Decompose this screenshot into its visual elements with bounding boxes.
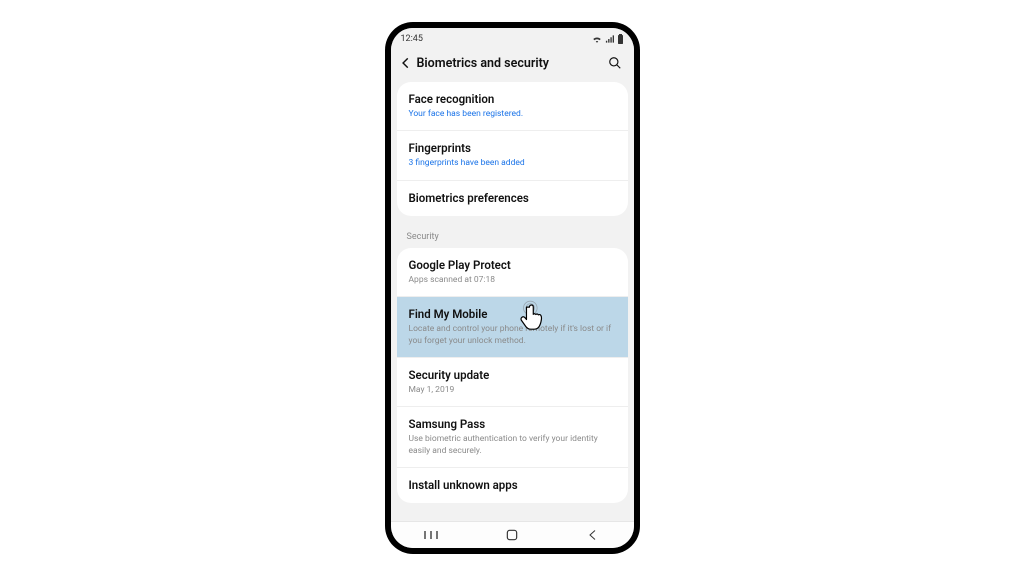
row-subtitle: May 1, 2019 xyxy=(409,385,616,396)
row-subtitle: Apps scanned at 07:18 xyxy=(409,275,616,286)
battery-icon xyxy=(617,34,624,44)
row-title: Install unknown apps xyxy=(409,478,616,493)
row-find-my-mobile[interactable]: Find My Mobile Locate and control your p… xyxy=(397,297,628,358)
wifi-icon xyxy=(592,35,602,43)
home-icon xyxy=(505,528,519,542)
row-face-recognition[interactable]: Face recognition Your face has been regi… xyxy=(397,82,628,131)
section-label-security: Security xyxy=(391,224,634,248)
row-title: Face recognition xyxy=(409,92,616,107)
row-subtitle: Your face has been registered. xyxy=(409,109,616,120)
status-bar: 12:45 xyxy=(391,28,634,48)
system-nav-bar xyxy=(391,521,634,548)
status-indicators xyxy=(592,34,624,44)
row-samsung-pass[interactable]: Samsung Pass Use biometric authenticatio… xyxy=(397,407,628,468)
biometrics-group: Face recognition Your face has been regi… xyxy=(397,82,628,216)
row-title: Find My Mobile xyxy=(409,307,616,322)
nav-recents-button[interactable] xyxy=(411,529,451,541)
signal-icon xyxy=(605,35,614,43)
row-security-update[interactable]: Security update May 1, 2019 xyxy=(397,358,628,407)
page-title: Biometrics and security xyxy=(415,56,606,71)
row-biometrics-preferences[interactable]: Biometrics preferences xyxy=(397,181,628,216)
row-title: Biometrics preferences xyxy=(409,191,616,206)
phone-frame: 12:45 Biometrics a xyxy=(385,22,640,554)
status-time: 12:45 xyxy=(401,34,423,44)
search-button[interactable] xyxy=(606,54,624,72)
row-subtitle: Locate and control your phone remotely i… xyxy=(409,324,616,347)
row-title: Google Play Protect xyxy=(409,258,616,273)
row-subtitle: Use biometric authentication to verify y… xyxy=(409,434,616,457)
chevron-left-icon xyxy=(399,56,413,70)
nav-home-button[interactable] xyxy=(492,528,532,542)
row-title: Security update xyxy=(409,368,616,383)
search-icon xyxy=(608,56,622,70)
security-group: Google Play Protect Apps scanned at 07:1… xyxy=(397,248,628,504)
row-subtitle: 3 fingerprints have been added xyxy=(409,158,616,169)
phone-screen: 12:45 Biometrics a xyxy=(391,28,634,548)
chevron-left-icon xyxy=(587,529,599,541)
row-google-play-protect[interactable]: Google Play Protect Apps scanned at 07:1… xyxy=(397,248,628,297)
app-header: Biometrics and security xyxy=(391,48,634,82)
recents-icon xyxy=(423,529,439,541)
row-title: Samsung Pass xyxy=(409,417,616,432)
nav-back-button[interactable] xyxy=(573,529,613,541)
row-fingerprints[interactable]: Fingerprints 3 fingerprints have been ad… xyxy=(397,131,628,180)
settings-content: Face recognition Your face has been regi… xyxy=(391,82,634,521)
row-title: Fingerprints xyxy=(409,141,616,156)
row-install-unknown-apps[interactable]: Install unknown apps xyxy=(397,468,628,503)
back-button[interactable] xyxy=(397,54,415,72)
